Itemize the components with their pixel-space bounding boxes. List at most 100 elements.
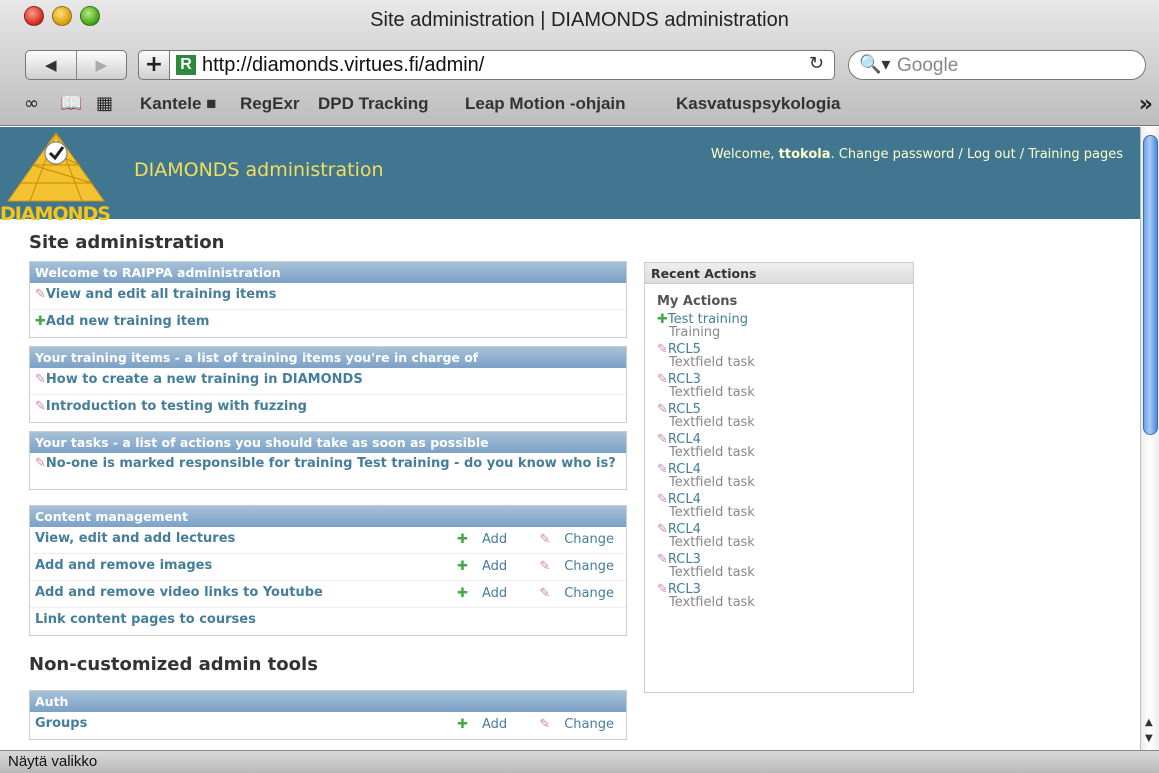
list-item[interactable]: ✎View and edit all training items	[30, 283, 626, 310]
site-name[interactable]: DIAMONDS administration	[134, 159, 384, 181]
diamond-logo-icon	[7, 132, 105, 202]
add-link[interactable]: ✚ Add	[443, 586, 507, 601]
address-bar[interactable]: R http://diamonds.virtues.fi/admin/ ↻	[170, 50, 835, 80]
pencil-icon: ✎	[539, 717, 551, 732]
bookmarks-book-icon[interactable]: 📖	[60, 93, 82, 114]
recent-action-item: ✎RCL4 Textfield task	[645, 433, 913, 459]
module-caption: Welcome to RAIPPA administration	[30, 262, 626, 283]
row-actions: ✚ Add ✎ Change	[429, 559, 614, 574]
navigation-toolbar: ◀ ▶ + R http://diamonds.virtues.fi/admin…	[0, 48, 1159, 84]
pencil-icon: ✎	[657, 402, 668, 417]
pencil-icon: ✎	[539, 532, 551, 547]
training-items-module: Your training items - a list of training…	[29, 346, 627, 423]
bookmark-kasvatuspsykologia[interactable]: Kasvatuspsykologia	[676, 94, 840, 114]
bookmarks-overflow-icon[interactable]: »	[1139, 92, 1153, 117]
status-bar: Näytä valikko	[0, 750, 1159, 773]
recent-action-type: Textfield task	[669, 415, 755, 430]
plus-icon: ✚	[457, 717, 468, 732]
top-sites-grid-icon[interactable]: ▦	[96, 93, 113, 114]
pencil-icon: ✎	[35, 372, 46, 387]
user-tools: Welcome, ttokola. Change password / Log …	[711, 147, 1123, 162]
list-item[interactable]: ✎Introduction to testing with fuzzing	[30, 395, 626, 422]
row-label[interactable]: Groups	[35, 716, 87, 731]
site-favicon-icon: R	[176, 55, 196, 75]
bookmarks-bar: ∞ 📖 ▦ Kantele ■ RegExr DPD Tracking Leap…	[0, 90, 1159, 120]
recent-action-type: Textfield task	[669, 385, 755, 400]
content-management-module: Content management View, edit and add le…	[29, 505, 627, 636]
row-label[interactable]: Add and remove images	[35, 558, 212, 573]
recent-action-item: ✎RCL4 Textfield task	[645, 493, 913, 519]
tasks-module: Your tasks - a list of actions you shoul…	[29, 431, 627, 490]
table-row: Add and remove images ✚ Add ✎ Change	[30, 554, 626, 581]
plus-icon: ✚	[457, 532, 468, 547]
recent-action-item: ✎RCL3 Textfield task	[645, 583, 913, 609]
recent-action-item: ✚Test training Training	[645, 313, 913, 339]
diamonds-logo[interactable]: DIAMONDS	[0, 131, 132, 225]
pencil-icon: ✎	[657, 492, 668, 507]
my-actions-heading: My Actions	[657, 294, 738, 309]
bookmark-dpd-tracking[interactable]: DPD Tracking	[318, 94, 429, 114]
table-row: View, edit and add lectures ✚ Add ✎ Change	[30, 527, 626, 554]
browser-window: Site administration | DIAMONDS administr…	[0, 0, 1159, 773]
pencil-icon: ✎	[35, 456, 46, 471]
title-bar: Site administration | DIAMONDS administr…	[0, 0, 1159, 40]
bookmark-kantele[interactable]: Kantele ■	[140, 94, 216, 114]
username: ttokola	[778, 147, 831, 162]
pencil-icon: ✎	[35, 399, 46, 414]
search-icon[interactable]: 🔍▾	[859, 54, 890, 75]
plus-icon: ✚	[35, 314, 46, 329]
recent-action-type: Textfield task	[669, 595, 755, 610]
change-link[interactable]: ✎ Change	[525, 717, 614, 732]
pencil-icon: ✎	[657, 372, 668, 387]
module-caption: Your tasks - a list of actions you shoul…	[30, 432, 626, 453]
pencil-icon: ✎	[657, 552, 668, 567]
url-text[interactable]: http://diamonds.virtues.fi/admin/	[202, 54, 484, 77]
list-item[interactable]: ✚Add new training item	[30, 310, 626, 337]
reader-glasses-icon[interactable]: ∞	[24, 93, 39, 114]
add-link[interactable]: ✚ Add	[443, 559, 507, 574]
table-row: Link content pages to courses	[30, 608, 626, 635]
recent-action-type: Textfield task	[669, 565, 755, 580]
change-link[interactable]: ✎ Change	[525, 559, 614, 574]
welcome-label: Welcome,	[710, 147, 775, 162]
non-customized-title: Non-customized admin tools	[29, 654, 318, 675]
table-row: Groups ✚ Add ✎ Change	[30, 712, 626, 739]
row-actions: ✚ Add ✎ Change	[429, 532, 614, 547]
row-label[interactable]: Link content pages to courses	[35, 612, 256, 627]
pencil-icon: ✎	[657, 342, 668, 357]
recent-action-type: Textfield task	[669, 505, 755, 520]
bookmark-regexr[interactable]: RegExr	[240, 94, 300, 114]
scrollbar-thumb[interactable]	[1143, 135, 1158, 435]
list-item[interactable]: ✎No-one is marked responsible for traini…	[30, 453, 626, 489]
add-link[interactable]: ✚ Add	[443, 717, 507, 732]
recent-action-item: ✎RCL3 Textfield task	[645, 373, 913, 399]
recent-action-type: Textfield task	[669, 355, 755, 370]
back-button[interactable]: ◀	[26, 51, 76, 79]
pencil-icon: ✎	[539, 559, 551, 574]
pencil-icon: ✎	[539, 586, 551, 601]
change-link[interactable]: ✎ Change	[525, 532, 614, 547]
welcome-module: Welcome to RAIPPA administration ✎View a…	[29, 261, 627, 338]
change-link[interactable]: ✎ Change	[525, 586, 614, 601]
module-caption: Content management	[30, 506, 626, 527]
row-label[interactable]: Add and remove video links to Youtube	[35, 585, 323, 600]
add-link[interactable]: ✚ Add	[443, 532, 507, 547]
search-field[interactable]: 🔍▾ Google	[848, 50, 1146, 80]
pencil-icon: ✎	[35, 287, 46, 302]
bookmark-leap-motion[interactable]: Leap Motion -ohjain	[465, 94, 626, 114]
list-item[interactable]: ✎How to create a new training in DIAMOND…	[30, 368, 626, 395]
module-caption[interactable]: Auth	[30, 691, 626, 712]
row-label[interactable]: View, edit and add lectures	[35, 531, 235, 546]
plus-icon: ✚	[657, 312, 668, 327]
recent-action-item: ✎RCL5 Textfield task	[645, 403, 913, 429]
account-links[interactable]: . Change password / Log out / Training p…	[831, 147, 1124, 162]
vertical-scrollbar[interactable]: ▲ ▼	[1140, 127, 1159, 750]
scroll-up-icon[interactable]: ▲	[1145, 717, 1153, 728]
reload-icon[interactable]: ↻	[809, 53, 824, 74]
scroll-down-icon[interactable]: ▼	[1145, 733, 1153, 744]
add-bookmark-button[interactable]: +	[138, 50, 170, 80]
page-content: DIAMONDS DIAMONDS administration Welcome…	[0, 127, 1140, 750]
plus-icon: ✚	[457, 586, 468, 601]
recent-action-item: ✎RCL4 Textfield task	[645, 523, 913, 549]
forward-button[interactable]: ▶	[75, 51, 127, 79]
